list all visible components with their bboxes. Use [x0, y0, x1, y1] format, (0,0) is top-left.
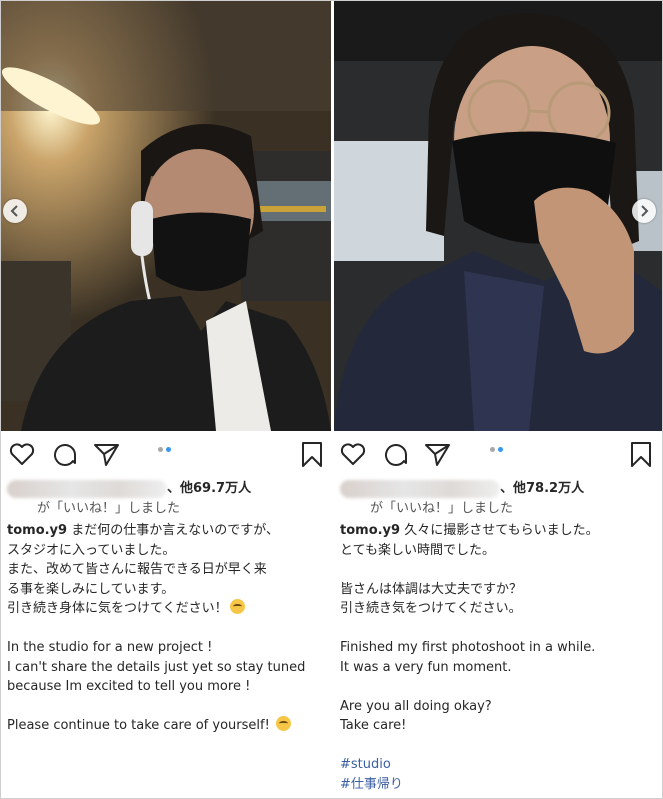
caption-line: In the studio for a new project !: [7, 640, 213, 655]
carousel-dot: [490, 447, 495, 452]
likes-count-text: 、他78.2万人: [500, 481, 585, 496]
caption-line: Please continue to take care of yourself…: [7, 718, 270, 733]
share-icon: [425, 444, 450, 466]
blurred-username: [7, 479, 167, 498]
comment-icon: [54, 444, 76, 466]
share-icon: [94, 444, 119, 466]
caption-username[interactable]: tomo.y9: [340, 523, 400, 538]
carousel-dot: [158, 447, 163, 452]
caption-line: because Im excited to tell you more !: [7, 679, 251, 694]
share-button[interactable]: [91, 439, 121, 469]
caption-line: 引き続き身体に気をつけてください！: [7, 601, 228, 616]
bookmark-icon: [631, 442, 651, 467]
caption-line: Are you all doing okay?: [340, 698, 492, 714]
caption-line: る事を楽しみにしています。: [7, 581, 175, 597]
caption-line: Finished my first photoshoot in a while.: [340, 640, 596, 655]
caption-line: Take care!: [340, 718, 407, 733]
caption-line: I can't share the details just yet so st…: [7, 659, 306, 675]
carousel-indicator: [488, 447, 508, 453]
hashtag-link[interactable]: #仕事帰り: [340, 775, 658, 795]
post-photo-car-portrait[interactable]: [334, 1, 662, 431]
bookmark-button[interactable]: [626, 439, 656, 469]
post-action-bar: [334, 439, 662, 471]
chevron-left-icon: [10, 205, 18, 217]
comment-icon: [385, 444, 407, 466]
caption-line: また、改めて皆さんに報告できる日が早く来: [7, 562, 267, 577]
grimace-emoji-icon: [275, 716, 291, 731]
chevron-right-icon: [641, 205, 649, 217]
comment-button[interactable]: [380, 439, 410, 469]
caption-username[interactable]: tomo.y9: [7, 523, 67, 538]
caption-line: スタジオに入っていました。: [7, 542, 176, 558]
instagram-post-studio: 、他69.7万人 が「いいね！」しました tomo.y9 まだ何の仕事か言えない…: [1, 1, 331, 798]
bookmark-button[interactable]: [297, 439, 327, 469]
heart-icon: [9, 443, 35, 465]
instagram-post-photoshoot: 、他78.2万人 が「いいね！」しました tomo.y9 久々に撮影させてもらい…: [334, 1, 662, 798]
post-caption: tomo.y9 久々に撮影させてもらいました。 とても楽しい時間でした。 皆さん…: [340, 521, 658, 794]
carousel-dot-active: [166, 447, 171, 452]
caption-line: It was a very fun moment.: [340, 659, 512, 675]
heart-icon: [340, 443, 366, 465]
grimace-emoji-icon: [229, 599, 245, 614]
liked-by-text: が「いいね！」しました: [37, 501, 181, 516]
like-button[interactable]: [7, 439, 37, 469]
likes-count[interactable]: 、他69.7万人: [7, 477, 325, 499]
post-photo-studio-selfie[interactable]: [1, 1, 331, 431]
comment-button[interactable]: [49, 439, 79, 469]
bookmark-icon: [302, 442, 322, 467]
post-caption: tomo.y9 まだ何の仕事か言えないのですが、 スタジオに入っていました。 ま…: [7, 521, 327, 736]
caption-line: 皆さんは体調は大丈夫ですか？: [340, 581, 523, 597]
carousel-dot-active: [498, 447, 503, 452]
caption-line: 久々に撮影させてもらいました。: [404, 523, 599, 538]
liked-by-text: が「いいね！」しました: [370, 501, 514, 516]
hashtag-link[interactable]: #studio: [340, 755, 658, 775]
like-button[interactable]: [338, 439, 368, 469]
likes-count[interactable]: 、他78.2万人: [340, 477, 656, 499]
post-action-bar: [1, 439, 331, 471]
carousel-next-button[interactable]: [632, 199, 656, 223]
screenshot-frame: 、他69.7万人 が「いいね！」しました tomo.y9 まだ何の仕事か言えない…: [0, 0, 663, 799]
likes-count-text: 、他69.7万人: [167, 481, 252, 496]
carousel-indicator: [156, 447, 176, 453]
caption-line: まだ何の仕事か言えないのですが、: [71, 523, 279, 538]
carousel-prev-button[interactable]: [3, 199, 27, 223]
blurred-username: [340, 479, 500, 498]
caption-line: 引き続き気をつけてください。: [340, 601, 522, 616]
share-button[interactable]: [422, 439, 452, 469]
caption-line: とても楽しい時間でした。: [340, 542, 495, 558]
